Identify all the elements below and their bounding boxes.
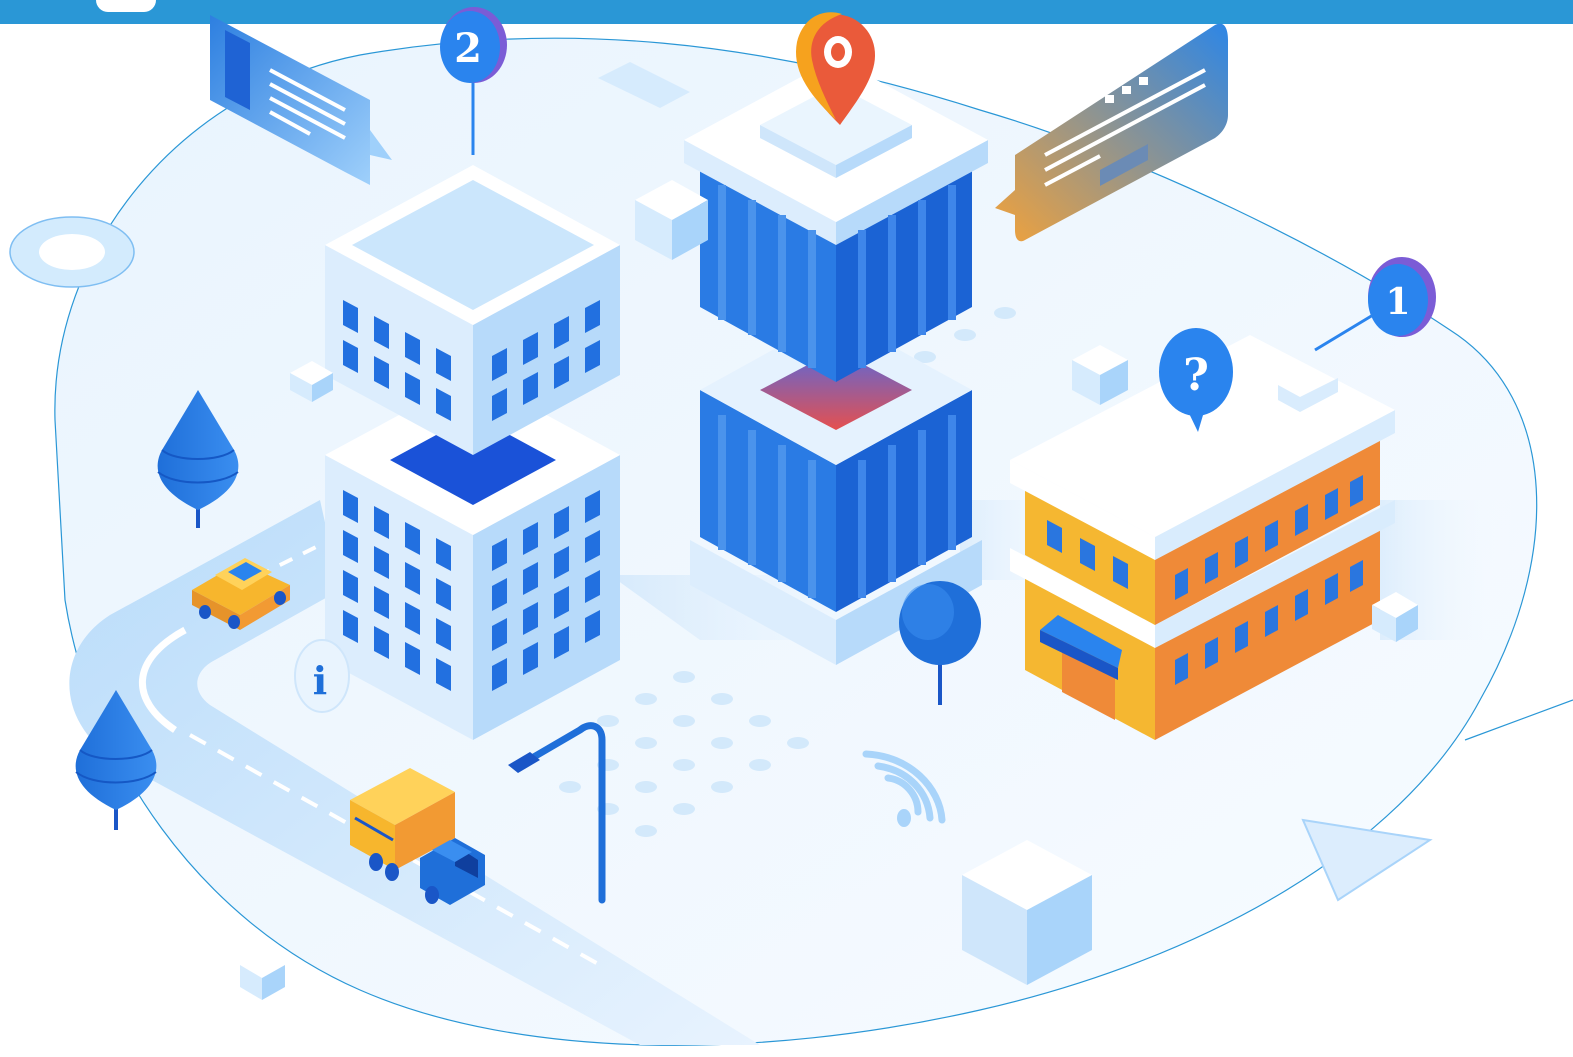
info-icon[interactable]: i [294,639,350,713]
isometric-city-illustration: ? 2 1 i [9,7,1573,1046]
info-glyph: i [313,658,327,703]
badge-two-label: 2 [454,25,482,72]
ring-decoration [9,216,135,288]
office-building-left [325,165,620,740]
question-glyph: ? [1183,350,1209,401]
badge-one-label: 1 [1385,281,1410,323]
play-icon[interactable] [1301,818,1433,902]
